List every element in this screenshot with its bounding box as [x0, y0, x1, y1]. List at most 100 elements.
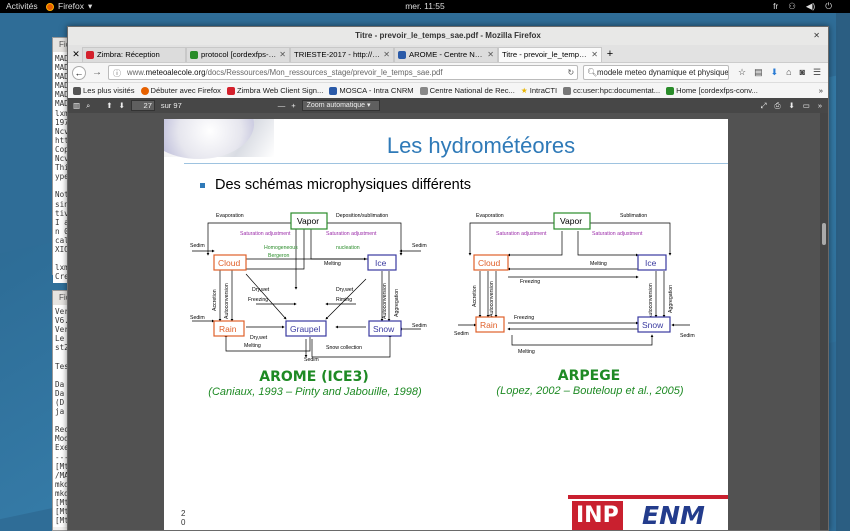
bookmark-mosca[interactable]: MOSCA - Intra CNRM: [329, 86, 414, 95]
url-bar[interactable]: ⓘ www.meteoalecole.org/docs/Ressources/M…: [108, 65, 578, 80]
inp-enm-logo: INP ENM: [568, 495, 728, 530]
close-icon[interactable]: ✕: [383, 48, 390, 62]
bookmark-icon[interactable]: ▭: [803, 101, 810, 111]
diagram-label: Melting: [590, 261, 607, 267]
close-icon[interactable]: ✕: [591, 48, 598, 62]
diagram-label: Evaporation: [216, 213, 244, 219]
bookmark-star-icon[interactable]: ☆: [738, 67, 746, 78]
bookmark-cnrs[interactable]: Centre National de Rec...: [419, 86, 515, 95]
desktop-right-edge: [836, 13, 850, 531]
tab-arome[interactable]: AROME - Centre Nati... ✕: [394, 47, 498, 62]
diagram-label: Saturation adjustment: [496, 231, 547, 237]
bookmark-home-cordex[interactable]: Home [cordexfps-conv...: [666, 86, 758, 95]
tab-zimbra[interactable]: Zimbra: Réception: [82, 47, 186, 62]
download-icon[interactable]: ⬇: [771, 67, 779, 78]
bookmark-label: Home [cordexfps-conv...: [676, 86, 758, 95]
diagram-label: Homogeneous: [264, 245, 298, 251]
diagram-label: Sedim: [304, 357, 319, 363]
ice-label: Ice: [645, 258, 657, 268]
print-icon[interactable]: ⎙: [774, 101, 780, 111]
bookmark-getting-started[interactable]: Débuter avec Firefox: [140, 86, 221, 95]
network-icon: ⚇: [788, 1, 796, 11]
firefox-window[interactable]: Titre - prevoir_le_temps_sae.pdf - Mozil…: [67, 26, 829, 531]
cnrm-icon: [329, 86, 338, 95]
arpege-diagram: Evaporation Sublimation Saturation adjus…: [452, 199, 700, 363]
bookmark-hpc[interactable]: cc:user:hpc:documentat...: [563, 86, 660, 95]
search-value: modele meteo dynamique et physique: [597, 68, 729, 77]
tools-icon[interactable]: »: [818, 101, 822, 111]
tab-protocol[interactable]: protocol [cordexfps-c... ✕: [186, 47, 290, 62]
url-prefix: www.: [127, 68, 146, 77]
diagram-label: Saturation adjustment: [592, 231, 643, 237]
tab-label: protocol [cordexfps-c...: [201, 50, 277, 59]
diagram-label: Aggregation: [668, 285, 674, 313]
reader-icon[interactable]: ▤: [754, 67, 763, 78]
reload-icon[interactable]: ↻: [567, 66, 574, 79]
diagram-label: Sedim: [412, 243, 427, 249]
diagram-label: Autoconversion: [489, 281, 495, 317]
tab-trieste[interactable]: TRIESTE-2017 - http://zi... ✕: [290, 47, 394, 62]
more-bookmarks-icon[interactable]: »: [819, 86, 823, 95]
rain-label: Rain: [480, 320, 498, 330]
diagram-label: Dry,wet: [250, 335, 268, 341]
folder-icon: [73, 86, 81, 95]
diagram-label: Dry,wet: [336, 287, 354, 293]
clock[interactable]: mer. 11:55: [0, 0, 850, 13]
search-icon: 🔍︎: [587, 68, 598, 77]
window-titlebar[interactable]: Titre - prevoir_le_temps_sae.pdf - Mozil…: [68, 27, 828, 45]
back-button[interactable]: ←: [72, 65, 86, 80]
bookmark-zimbra[interactable]: Zimbra Web Client Sign...: [226, 86, 324, 95]
pdf-viewer[interactable]: Les hydrométéores Des schémas microphysi…: [68, 113, 828, 530]
menu-icon[interactable]: ☰: [813, 67, 821, 78]
vertical-scrollbar[interactable]: [820, 113, 828, 530]
bookmark-label: Zimbra Web Client Sign...: [236, 86, 324, 95]
rain-label: Rain: [219, 324, 237, 334]
bookmark-most-visited[interactable]: Les plus visités: [73, 86, 135, 95]
page-number-input[interactable]: 27: [130, 100, 155, 111]
zoom-in-icon[interactable]: +: [291, 101, 295, 110]
tab-strip: ✕ Zimbra: Réception protocol [cordexfps-…: [68, 45, 828, 62]
cloud-label: Cloud: [478, 258, 500, 268]
info-icon[interactable]: ⓘ: [113, 67, 121, 79]
forward-button[interactable]: →: [91, 67, 103, 78]
zoom-select[interactable]: Zoom automatique ▾: [301, 100, 380, 111]
close-icon[interactable]: ✕: [487, 48, 494, 62]
diagram-label: Sedim: [454, 331, 469, 337]
diagram-label: Melting: [518, 349, 535, 355]
new-tab-button[interactable]: +: [602, 47, 618, 62]
logo-enm: ENM: [642, 501, 705, 530]
diagram-label: Freezing: [520, 279, 540, 285]
system-tray[interactable]: fr ⚇ ◀) ⏻: [773, 0, 832, 13]
fullscreen-icon[interactable]: ⤢: [760, 101, 766, 111]
zoom-value: Zoom automatique: [306, 102, 366, 109]
pocket-icon[interactable]: ◙: [800, 67, 805, 78]
cloud-label: Cloud: [218, 258, 240, 268]
firefox-icon: [140, 86, 149, 95]
tab-label: Titre - prevoir_le_temps...: [502, 50, 589, 59]
diagram-label: Aggregation: [394, 289, 400, 317]
arome-caption-reference: (Caniaux, 1993 – Pinty and Jabouille, 19…: [208, 386, 422, 398]
volume-icon: ◀): [805, 1, 816, 11]
bookmark-label: Les plus visités: [83, 86, 135, 95]
scrollbar-thumb[interactable]: [822, 223, 826, 245]
search-icon[interactable]: ⌕: [86, 101, 90, 111]
sidebar-toggle-icon[interactable]: ▥: [73, 101, 80, 110]
gnome-top-bar: Activités Firefox ▾ mer. 11:55 fr ⚇ ◀) ⏻: [0, 0, 850, 13]
zoom-out-icon[interactable]: —: [278, 101, 286, 110]
next-page-icon[interactable]: ⬇: [119, 101, 125, 110]
bookmark-intracti[interactable]: ★ IntraCTI: [521, 86, 557, 95]
tab-pdf[interactable]: Titre - prevoir_le_temps... ✕: [498, 47, 602, 62]
previous-page-icon[interactable]: ⬆: [106, 101, 112, 110]
close-icon[interactable]: ✕: [279, 48, 286, 62]
diagram-label: Accretion: [472, 285, 478, 307]
close-icon[interactable]: ✕: [70, 47, 82, 62]
home-icon[interactable]: ⌂: [786, 67, 791, 78]
language-indicator[interactable]: fr: [773, 0, 778, 13]
cnrm-icon: [398, 51, 406, 59]
diagram-label: Sedim: [412, 323, 427, 329]
search-box[interactable]: 🔍︎ modele meteo dynamique et physique: [583, 65, 729, 80]
page-icon: [563, 86, 572, 95]
close-icon[interactable]: ✕: [813, 27, 820, 45]
bookmark-label: Débuter avec Firefox: [150, 86, 221, 95]
save-icon[interactable]: ⬇: [788, 101, 794, 111]
